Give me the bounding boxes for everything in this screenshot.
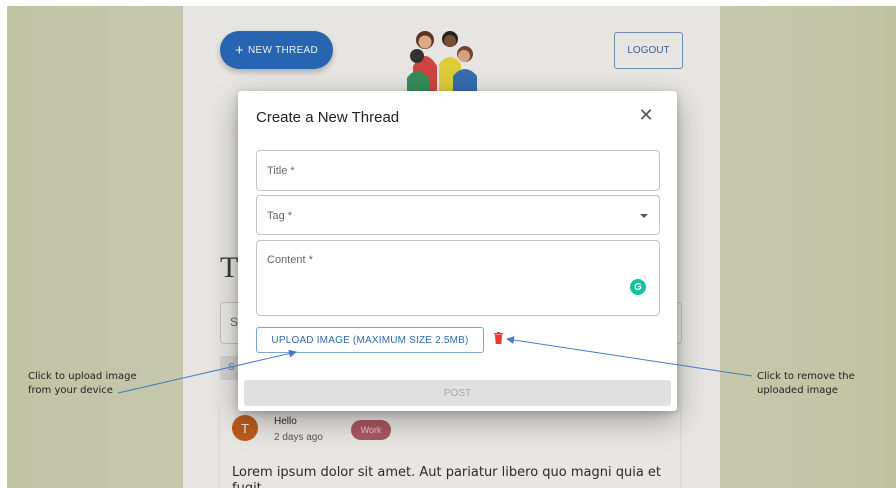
chevron-down-icon [640, 214, 648, 218]
tag-select-placeholder: Tag * [267, 210, 293, 222]
grammarly-icon[interactable]: G [630, 279, 646, 295]
upload-image-label: UPLOAD IMAGE (MAXIMUM SIZE 2.5MB) [271, 334, 469, 346]
trash-icon[interactable] [494, 332, 503, 344]
tag-select[interactable]: Tag * [256, 195, 660, 235]
upload-image-button[interactable]: UPLOAD IMAGE (MAXIMUM SIZE 2.5MB) [256, 327, 484, 353]
content-field[interactable]: Content * G [256, 240, 660, 316]
post-label: POST [443, 387, 472, 399]
close-icon[interactable]: ✕ [638, 106, 654, 124]
title-field[interactable]: Title * [256, 150, 660, 191]
content-field-placeholder: Content * [267, 254, 313, 266]
dialog-title: Create a New Thread [256, 109, 400, 126]
create-thread-dialog: Create a New Thread ✕ Title * Tag * Cont… [238, 91, 677, 411]
annotation-upload: Click to upload image from your device [28, 371, 137, 396]
annotation-remove: Click to remove the uploaded image [757, 371, 855, 396]
post-button[interactable]: POST [244, 380, 671, 406]
title-field-placeholder: Title * [267, 165, 295, 177]
